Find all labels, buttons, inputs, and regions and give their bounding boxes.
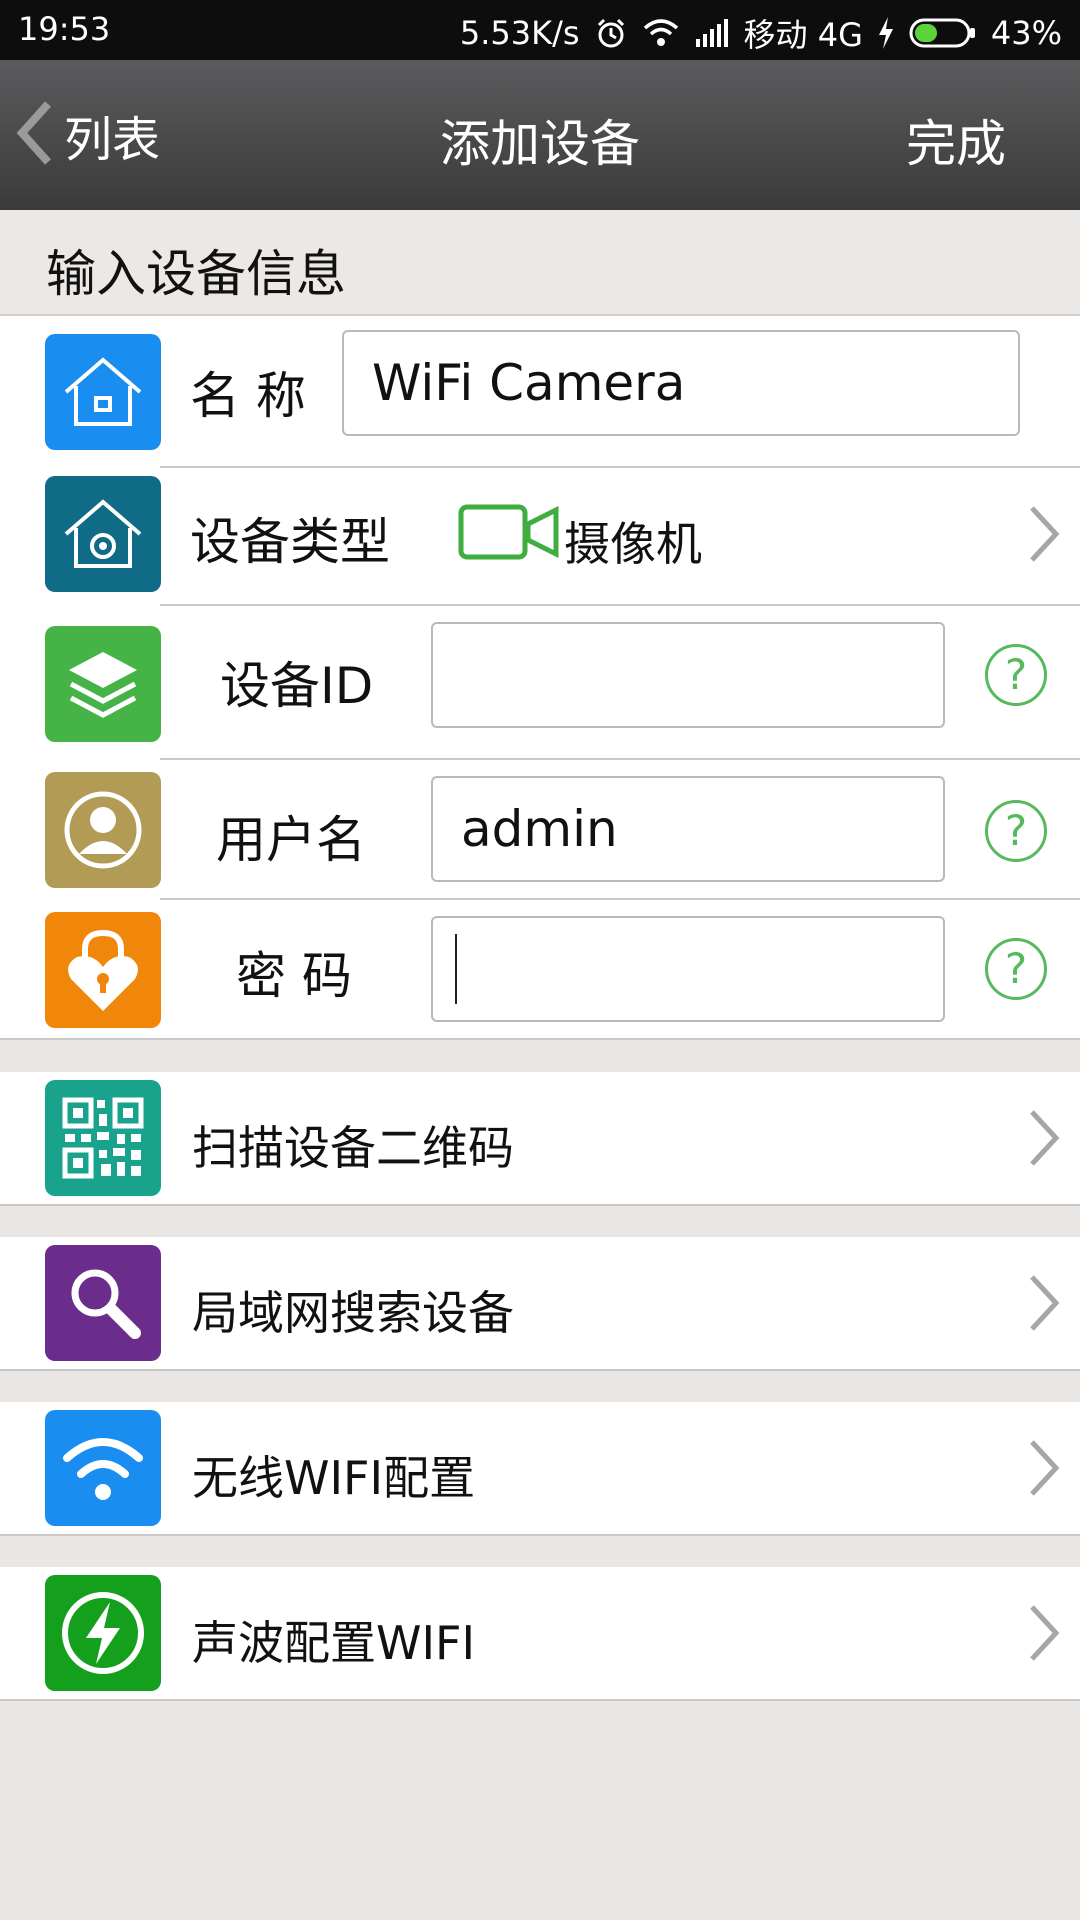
action-row-wifi-config[interactable]: 无线WIFI配置 [0, 1402, 1080, 1536]
charging-icon [877, 17, 895, 49]
video-camera-icon [458, 504, 562, 564]
username-help-icon[interactable]: ? [985, 800, 1047, 862]
lightning-icon [45, 1575, 161, 1691]
magnifier-icon [45, 1245, 161, 1361]
chevron-right-icon [1026, 504, 1062, 568]
action-label: 扫描设备二维码 [192, 1121, 514, 1175]
padlock-icon [45, 912, 161, 1028]
section-header: 输入设备信息 [0, 210, 1080, 316]
alarm-icon [594, 16, 628, 50]
done-button[interactable]: 完成 [906, 104, 1006, 176]
status-time: 19:53 [18, 10, 111, 48]
device-form: 名 称 WiFi Camera 设备类型 摄像机 设备ID ? 用户名 admi… [0, 316, 1080, 1040]
name-value: WiFi Camera [372, 354, 686, 412]
carrier-label: 移动 4G [743, 16, 863, 54]
action-row-sound-wave-config[interactable]: 声波配置WIFI [0, 1567, 1080, 1701]
password-help-icon[interactable]: ? [985, 938, 1047, 1000]
signal-icon [694, 19, 730, 47]
qr-code-icon [45, 1080, 161, 1196]
camera-home-icon [45, 476, 161, 592]
action-label: 声波配置WIFI [192, 1616, 476, 1670]
divider [160, 604, 1080, 606]
user-avatar-icon [45, 772, 161, 888]
layers-icon [45, 626, 161, 742]
chevron-right-icon [1026, 1108, 1062, 1172]
battery-percent: 43% [990, 14, 1062, 52]
name-input[interactable]: WiFi Camera [342, 330, 1020, 436]
wifi-icon [45, 1410, 161, 1526]
device-id-label: 设备ID [220, 657, 374, 715]
chevron-right-icon [1026, 1273, 1062, 1337]
divider [160, 898, 1080, 900]
id-help-icon[interactable]: ? [985, 644, 1047, 706]
password-input[interactable] [431, 916, 945, 1022]
battery-icon [909, 17, 977, 49]
password-label: 密 码 [236, 947, 352, 1005]
username-input[interactable]: admin [431, 776, 945, 882]
username-value: admin [461, 800, 618, 858]
network-speed: 5.53K/s [459, 14, 580, 52]
status-right: 5.53K/s 移动 4G 43% [460, 10, 1062, 56]
divider [0, 1038, 1080, 1040]
type-label: 设备类型 [190, 513, 390, 571]
action-row-lan-search[interactable]: 局域网搜索设备 [0, 1237, 1080, 1371]
username-label: 用户名 [216, 811, 366, 869]
wifi-icon [642, 18, 680, 48]
action-row-scan-qr[interactable]: 扫描设备二维码 [0, 1072, 1080, 1206]
action-label: 无线WIFI配置 [192, 1451, 476, 1505]
chevron-right-icon [1026, 1438, 1062, 1502]
device-type-row[interactable]: 设备类型 摄像机 [0, 468, 1080, 604]
chevron-right-icon [1026, 1603, 1062, 1667]
action-label: 局域网搜索设备 [192, 1286, 514, 1340]
text-cursor [455, 934, 457, 1004]
status-bar: 19:53 5.53K/s 移动 4G 43% [0, 0, 1080, 60]
divider [160, 758, 1080, 760]
home-icon [45, 334, 161, 450]
type-value: 摄像机 [564, 517, 702, 571]
device-id-input[interactable] [431, 622, 945, 728]
nav-bar: 列表 添加设备 完成 [0, 60, 1080, 210]
section-title: 输入设备信息 [46, 245, 346, 303]
name-label: 名 称 [190, 367, 306, 425]
